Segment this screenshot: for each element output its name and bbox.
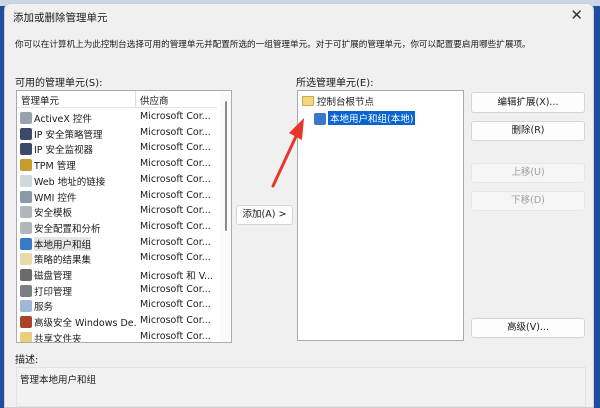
annotation-arrow (271, 118, 304, 188)
